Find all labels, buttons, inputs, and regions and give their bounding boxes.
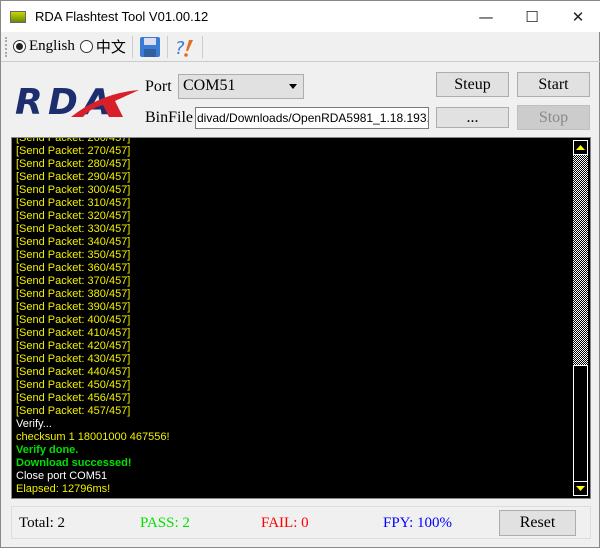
port-select[interactable]: COM51 bbox=[178, 74, 304, 99]
chinese-label[interactable]: 中文 bbox=[96, 36, 126, 57]
log-line: [Send Packet: 360/457] bbox=[16, 262, 131, 274]
port-label: Port bbox=[145, 78, 172, 95]
log-line: [Send Packet: 300/457] bbox=[16, 184, 131, 196]
log-line: Verify done. bbox=[16, 444, 79, 456]
window-title: RDA Flashtest Tool V01.00.12 bbox=[35, 9, 209, 24]
english-radio[interactable] bbox=[13, 40, 26, 53]
setup-button[interactable]: Steup bbox=[436, 72, 509, 97]
log-line: [Send Packet: 260/457] bbox=[16, 137, 131, 144]
english-label[interactable]: English bbox=[29, 38, 75, 55]
separator bbox=[131, 35, 133, 58]
log-line: [Send Packet: 457/457] bbox=[16, 405, 131, 417]
scroll-up-button[interactable] bbox=[573, 140, 588, 155]
log-line: [Send Packet: 380/457] bbox=[16, 288, 131, 300]
help-icon[interactable]: ? bbox=[174, 36, 196, 58]
arrow-down-icon bbox=[576, 486, 585, 491]
log-line: [Send Packet: 420/457] bbox=[16, 340, 131, 352]
close-button[interactable]: ✕ bbox=[555, 1, 600, 32]
reset-button[interactable]: Reset bbox=[499, 510, 576, 536]
log-line: [Send Packet: 440/457] bbox=[16, 366, 131, 378]
log-line: [Send Packet: 340/457] bbox=[16, 236, 131, 248]
log-line: [Send Packet: 350/457] bbox=[16, 249, 131, 261]
svg-text:RDA: RDA bbox=[15, 82, 111, 119]
log-line: checksum 1 18001000 467556! bbox=[16, 431, 170, 443]
log-line: [Send Packet: 390/457] bbox=[16, 301, 131, 313]
binfile-label: BinFile bbox=[145, 109, 194, 126]
log-line: Close port COM51 bbox=[16, 470, 108, 482]
log-line: [Send Packet: 310/457] bbox=[16, 197, 131, 209]
fail-count: FAIL: 0 bbox=[261, 515, 309, 531]
scroll-thumb[interactable] bbox=[573, 365, 588, 482]
log-line: Verify... bbox=[16, 418, 52, 430]
svg-text:?: ? bbox=[175, 38, 185, 58]
toolbar-grip[interactable] bbox=[5, 36, 8, 57]
log-line: [Send Packet: 370/457] bbox=[16, 275, 131, 287]
total-count: Total: 2 bbox=[19, 515, 66, 531]
log-line: [Send Packet: 330/457] bbox=[16, 223, 131, 235]
log-lines: [Send Packet: 260/457] [Send Packet: 270/… bbox=[16, 137, 570, 496]
log-line: [Send Packet: 290/457] bbox=[16, 171, 131, 183]
status-bar: Total: 2 PASS: 2 FAIL: 0 FPY: 100% Reset bbox=[11, 506, 591, 539]
arrow-up-icon bbox=[576, 145, 585, 150]
scroll-down-button[interactable] bbox=[573, 481, 588, 496]
browse-button[interactable]: ... bbox=[436, 107, 509, 128]
log-scrollbar[interactable] bbox=[573, 140, 588, 496]
log-line: Elapsed: 12796ms! bbox=[16, 483, 111, 495]
save-icon[interactable] bbox=[139, 36, 161, 58]
chevron-down-icon bbox=[289, 84, 297, 89]
log-output[interactable]: [Send Packet: 260/457] [Send Packet: 270/… bbox=[11, 137, 591, 499]
separator bbox=[166, 35, 168, 58]
pass-count: PASS: 2 bbox=[140, 515, 190, 531]
log-line: [Send Packet: 450/457] bbox=[16, 379, 131, 391]
title-bar: RDA Flashtest Tool V01.00.12 — ☐ ✕ bbox=[1, 1, 600, 32]
toolbar: English 中文 ? bbox=[1, 32, 600, 62]
binfile-input[interactable]: divad/Downloads/OpenRDA5981_1.18.193.img bbox=[195, 107, 429, 129]
fpy-rate: FPY: 100% bbox=[383, 515, 453, 531]
port-value: COM51 bbox=[183, 77, 236, 94]
log-line: [Send Packet: 280/457] bbox=[16, 158, 131, 170]
rda-logo: RDA bbox=[15, 82, 139, 119]
stop-button: Stop bbox=[517, 105, 590, 130]
log-line: [Send Packet: 400/457] bbox=[16, 314, 131, 326]
app-icon bbox=[10, 10, 26, 23]
chinese-radio[interactable] bbox=[79, 40, 93, 53]
start-button[interactable]: Start bbox=[517, 72, 590, 97]
log-line: [Send Packet: 320/457] bbox=[16, 210, 131, 222]
maximize-button[interactable]: ☐ bbox=[509, 1, 555, 32]
log-line: [Send Packet: 410/457] bbox=[16, 327, 131, 339]
log-line: [Send Packet: 456/457] bbox=[16, 392, 131, 404]
log-line: [Send Packet: 430/457] bbox=[16, 353, 131, 365]
separator bbox=[201, 35, 203, 58]
minimize-button[interactable]: — bbox=[463, 1, 509, 32]
log-line: [Send Packet: 270/457] bbox=[16, 145, 131, 157]
log-line: Download successed! bbox=[16, 457, 132, 469]
